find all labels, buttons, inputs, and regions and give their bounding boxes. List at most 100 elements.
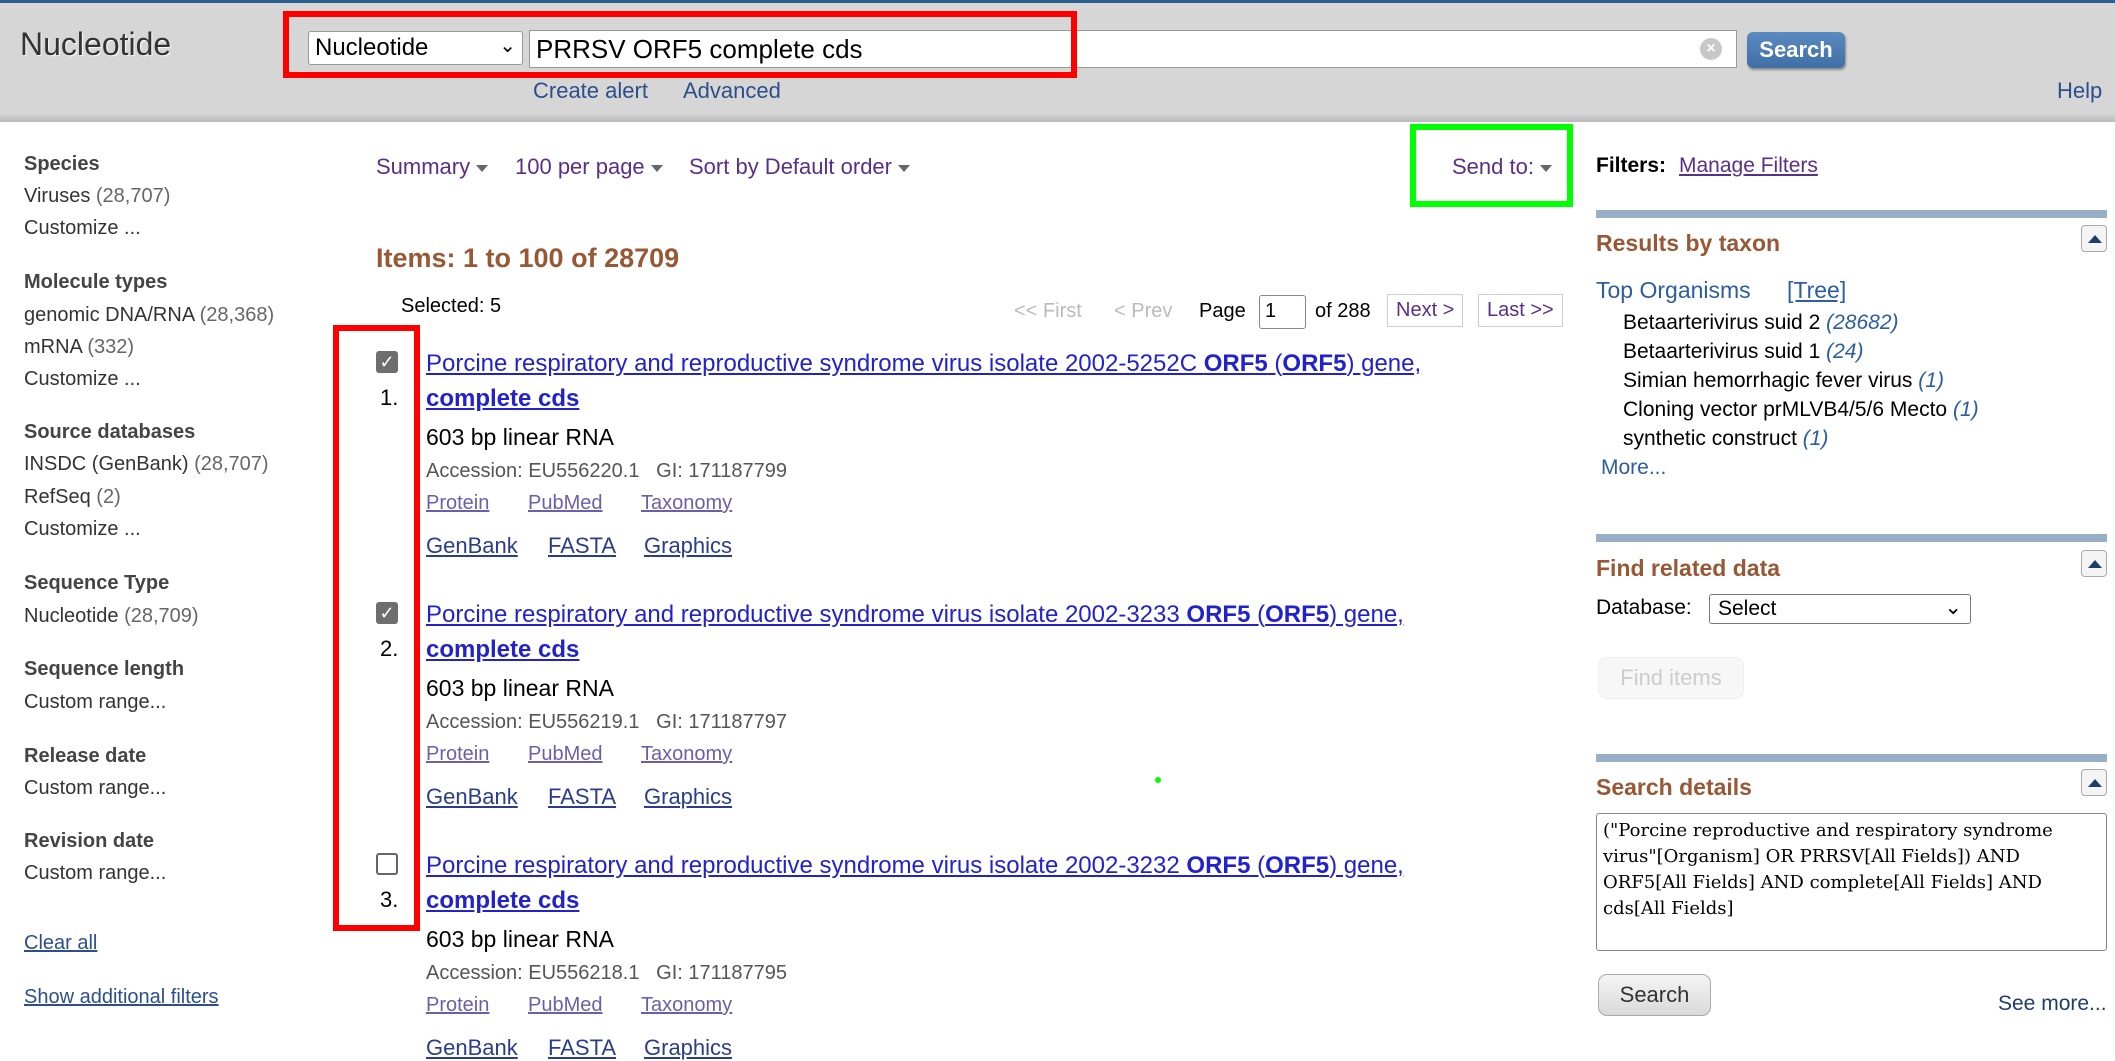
sort-dropdown[interactable]: Sort by Default order xyxy=(689,154,910,180)
filter-label: RefSeq xyxy=(24,486,91,508)
search-details-button[interactable]: Search xyxy=(1598,974,1711,1016)
title-text: ) gene, xyxy=(1329,601,1404,628)
collapse-icon[interactable] xyxy=(2081,225,2107,252)
show-additional-filters-link[interactable]: Show additional filters xyxy=(24,986,219,1009)
customize-source[interactable]: Customize ... xyxy=(24,518,141,541)
result-title-link[interactable]: Porcine respiratory and reproductive syn… xyxy=(426,350,1421,378)
filter-count: (28,707) xyxy=(95,185,171,207)
see-more-link[interactable]: See more... xyxy=(1998,992,2107,1016)
per-page-dropdown[interactable]: 100 per page xyxy=(515,154,663,180)
filter-insdc[interactable]: INSDC (GenBank) (28,707) xyxy=(24,453,269,476)
filters-label: Filters: xyxy=(1596,154,1667,177)
title-gene: ORF5 xyxy=(1265,852,1330,879)
first-page-link[interactable]: << First xyxy=(1014,300,1082,323)
organism-item[interactable]: Cloning vector prMLVB4/5/6 Mecto (1) xyxy=(1623,398,1979,422)
fasta-link[interactable]: FASTA xyxy=(548,784,616,810)
protein-link[interactable]: Protein xyxy=(426,743,489,766)
title-text: ) gene, xyxy=(1346,350,1422,377)
filter-label: Viruses xyxy=(24,185,91,207)
search-details-textarea[interactable]: ("Porcine reproductive and respiratory s… xyxy=(1596,813,2107,951)
search-button[interactable]: Search xyxy=(1747,32,1845,68)
create-alert-link[interactable]: Create alert xyxy=(533,78,648,104)
sequence-length-heading: Sequence length xyxy=(24,658,185,680)
last-page-button[interactable]: Last >> xyxy=(1478,294,1563,327)
related-database-select[interactable]: Select ⌄ xyxy=(1709,594,1971,624)
custom-range-release[interactable]: Custom range... xyxy=(24,777,166,800)
advanced-link[interactable]: Advanced xyxy=(683,78,781,104)
fasta-link[interactable]: FASTA xyxy=(548,533,616,559)
result-title-link[interactable]: Porcine respiratory and reproductive syn… xyxy=(426,852,1404,880)
result-description: 603 bp linear RNA xyxy=(426,926,614,952)
filter-genomic[interactable]: genomic DNA/RNA (28,368) xyxy=(24,304,274,327)
section-divider xyxy=(1596,754,2107,762)
clear-all-link[interactable]: Clear all xyxy=(24,932,97,955)
organism-name: synthetic construct xyxy=(1623,427,1797,450)
organism-item[interactable]: synthetic construct (1) xyxy=(1623,427,1828,451)
page-number-input[interactable]: 1 xyxy=(1259,295,1306,329)
title-text: Porcine respiratory and reproductive syn… xyxy=(426,601,1187,628)
taxonomy-link[interactable]: Taxonomy xyxy=(641,492,732,515)
organism-item[interactable]: Simian hemorrhagic fever virus (1) xyxy=(1623,369,1944,393)
results-by-taxon-heading: Results by taxon xyxy=(1596,230,1781,256)
dropdown-triangle-icon xyxy=(476,164,489,172)
pubmed-link[interactable]: PubMed xyxy=(528,492,603,515)
genbank-link[interactable]: GenBank xyxy=(426,784,518,810)
genbank-link[interactable]: GenBank xyxy=(426,1035,518,1061)
taxonomy-link[interactable]: Taxonomy xyxy=(641,994,732,1017)
organism-name: Betaarterivirus suid 2 xyxy=(1623,311,1821,334)
result-title-link-cont[interactable]: complete cds xyxy=(426,887,579,915)
summary-dropdown[interactable]: Summary xyxy=(376,154,489,180)
filter-count: (28,707) xyxy=(194,453,269,475)
next-page-button[interactable]: Next > xyxy=(1387,294,1464,327)
app-title: Nucleotide xyxy=(20,26,172,62)
taxonomy-link[interactable]: Taxonomy xyxy=(641,743,732,766)
result-title-link-cont[interactable]: complete cds xyxy=(426,385,579,413)
prev-page-link[interactable]: < Prev xyxy=(1114,300,1172,323)
summary-label: Summary xyxy=(376,154,471,179)
more-organisms-link[interactable]: More... xyxy=(1601,456,1666,480)
pubmed-link[interactable]: PubMed xyxy=(528,743,603,766)
select-value: Select xyxy=(1718,597,1777,620)
customize-species[interactable]: Customize ... xyxy=(24,217,141,240)
protein-link[interactable]: Protein xyxy=(426,492,489,515)
tree-link[interactable]: [Tree] xyxy=(1787,277,1846,304)
filter-nucleotide[interactable]: Nucleotide (28,709) xyxy=(24,605,199,628)
fasta-link[interactable]: FASTA xyxy=(548,1035,616,1061)
result-description: 603 bp linear RNA xyxy=(426,675,614,701)
collapse-icon[interactable] xyxy=(2081,769,2107,796)
green-dot-marker xyxy=(1155,777,1161,783)
collapse-icon[interactable] xyxy=(2081,550,2107,577)
filter-refseq[interactable]: RefSeq (2) xyxy=(24,486,121,509)
title-text: ( xyxy=(1250,601,1266,628)
revision-date-heading: Revision date xyxy=(24,830,155,852)
organism-name: Simian hemorrhagic fever virus xyxy=(1623,369,1913,392)
items-heading: Items: 1 to 100 of 28709 xyxy=(376,243,680,273)
title-gene: ORF5 xyxy=(1203,350,1268,377)
help-link[interactable]: Help xyxy=(2057,78,2102,104)
annotation-green-box-send-to xyxy=(1410,124,1573,207)
customize-molecule[interactable]: Customize ... xyxy=(24,368,141,391)
organism-item[interactable]: Betaarterivirus suid 2 (28682) xyxy=(1623,311,1899,335)
clear-icon[interactable]: × xyxy=(1700,38,1722,60)
genbank-link[interactable]: GenBank xyxy=(426,533,518,559)
page-label: Page xyxy=(1199,300,1246,322)
filter-mrna[interactable]: mRNA (332) xyxy=(24,336,134,359)
organism-name: Betaarterivirus suid 1 xyxy=(1623,340,1821,363)
protein-link[interactable]: Protein xyxy=(426,994,489,1017)
page-total: of 288 xyxy=(1315,300,1371,322)
result-title-link-cont[interactable]: complete cds xyxy=(426,636,579,664)
graphics-link[interactable]: Graphics xyxy=(644,1035,732,1061)
title-gene: ORF5 xyxy=(1186,601,1251,628)
manage-filters-link[interactable]: Manage Filters xyxy=(1679,154,1818,178)
result-title-link[interactable]: Porcine respiratory and reproductive syn… xyxy=(426,601,1404,629)
graphics-link[interactable]: Graphics xyxy=(644,533,732,559)
custom-range-length[interactable]: Custom range... xyxy=(24,691,166,714)
sort-label: Sort by Default order xyxy=(689,154,892,179)
pubmed-link[interactable]: PubMed xyxy=(528,994,603,1017)
organism-item[interactable]: Betaarterivirus suid 1 (24) xyxy=(1623,340,1863,364)
filter-viruses[interactable]: Viruses (28,707) xyxy=(24,185,170,208)
graphics-link[interactable]: Graphics xyxy=(644,784,732,810)
find-items-button[interactable]: Find items xyxy=(1598,657,1744,699)
custom-range-revision[interactable]: Custom range... xyxy=(24,862,166,885)
filter-label: genomic DNA/RNA xyxy=(24,304,195,326)
